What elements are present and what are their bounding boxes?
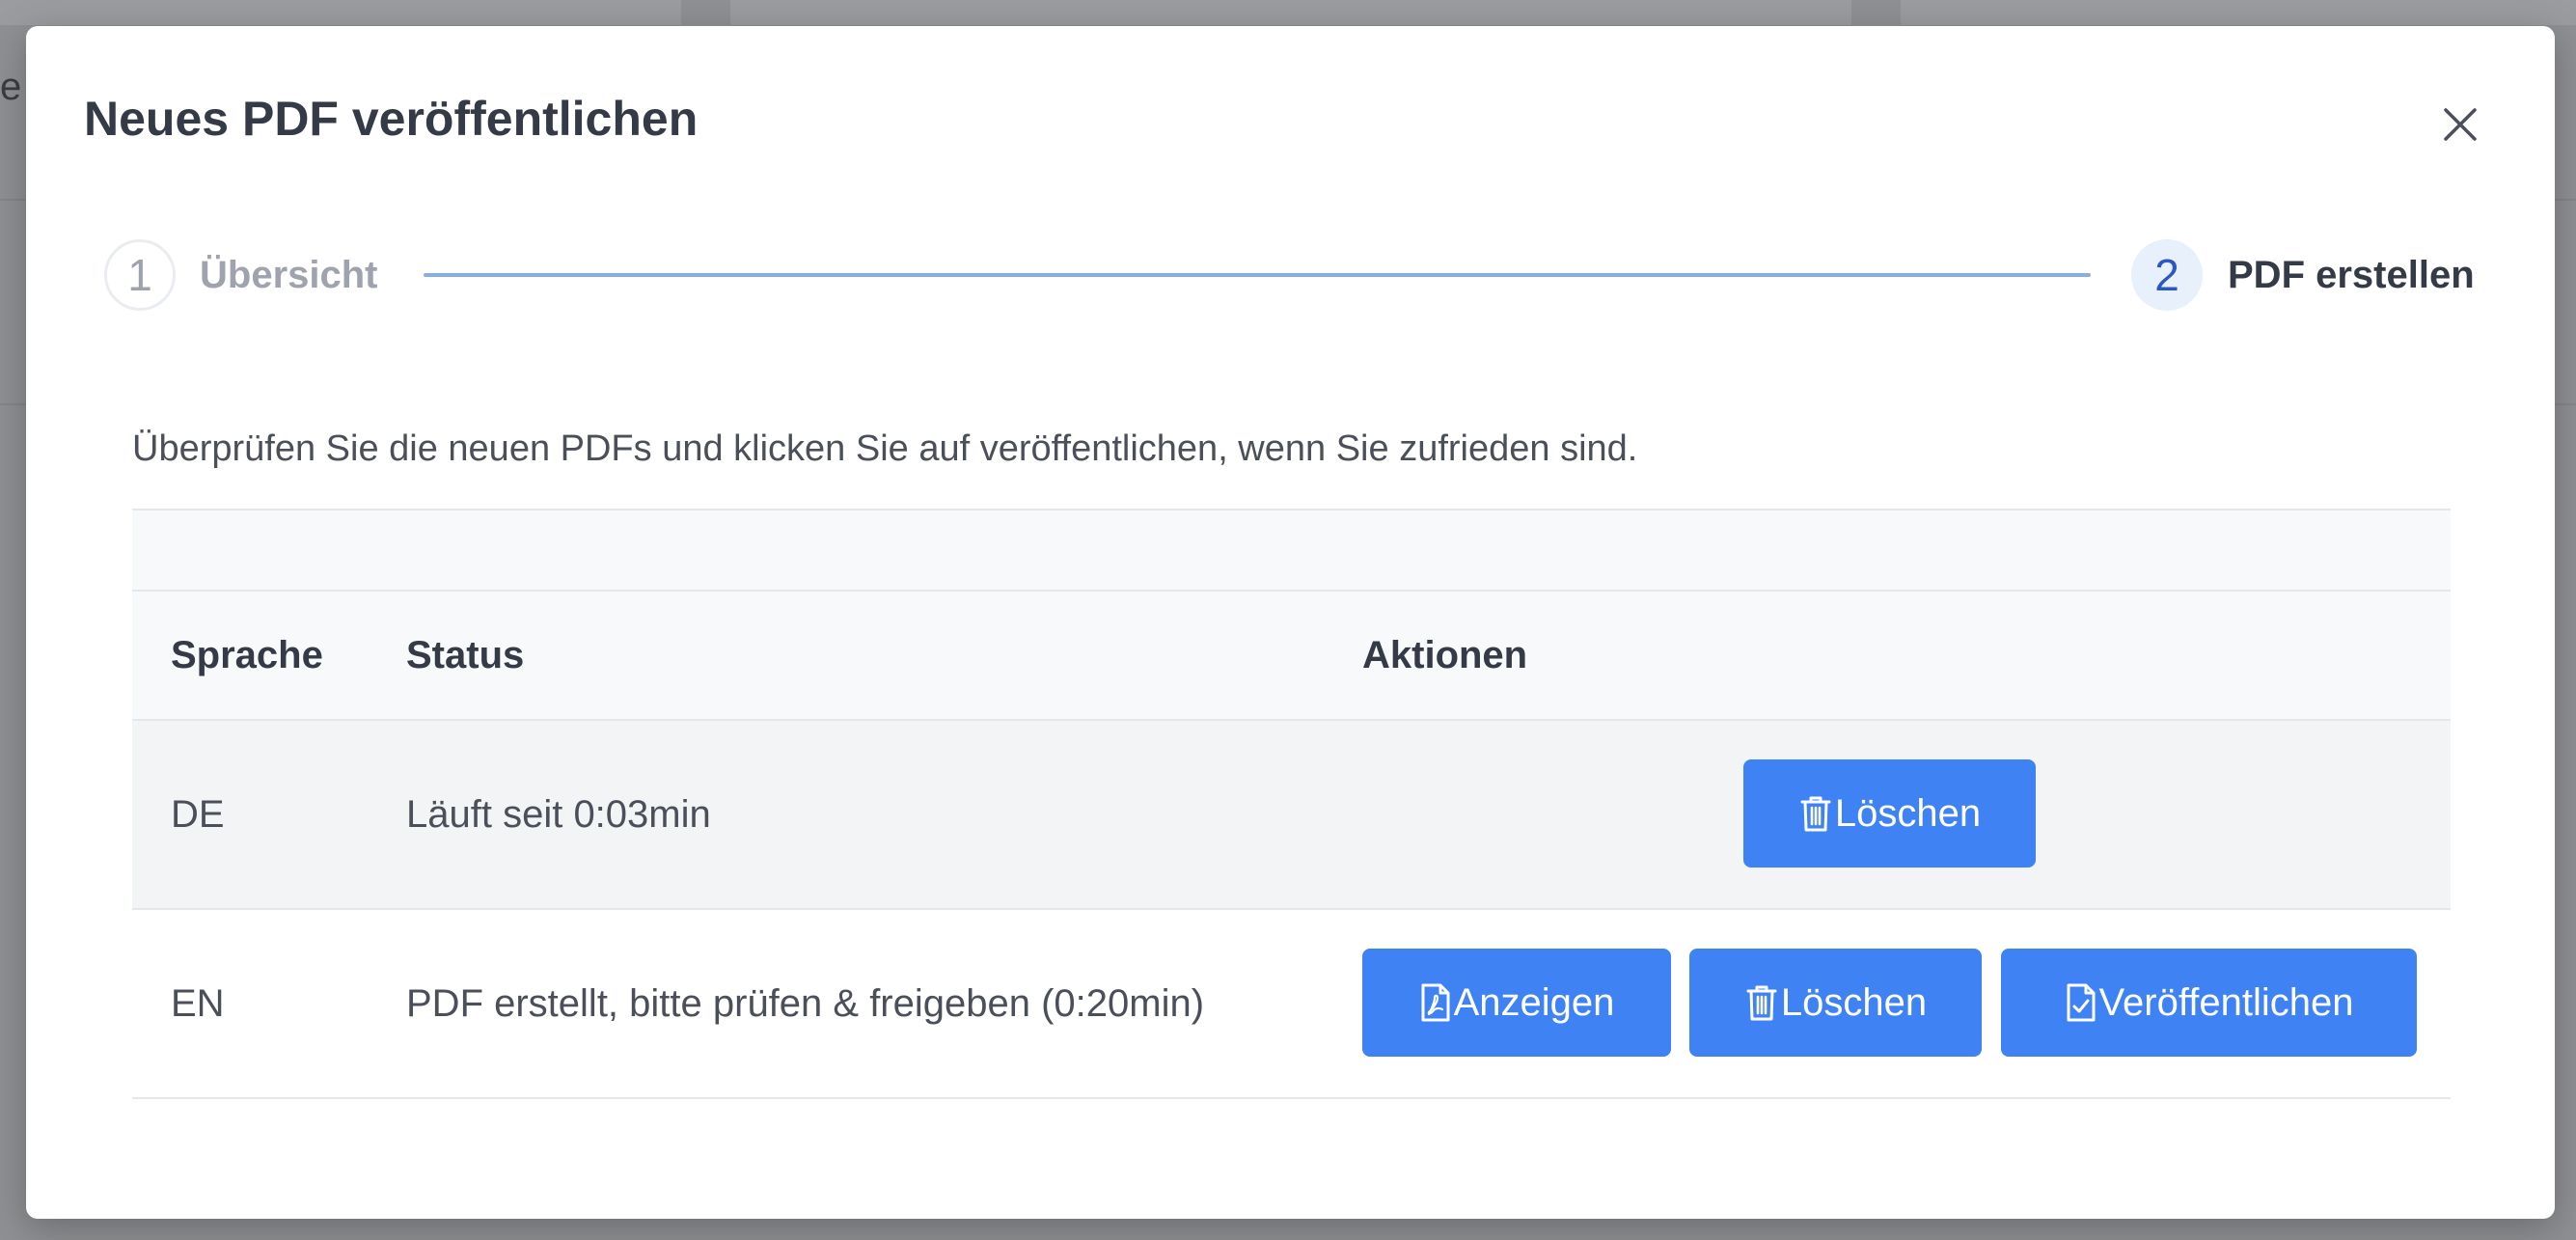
publish-button[interactable]: Veröffentlichen — [2001, 949, 2417, 1057]
step-1-number[interactable]: 1 — [104, 239, 176, 311]
table-header: Sprache Status Aktionen — [132, 592, 2451, 721]
publish-button-label: Veröffentlichen — [2098, 980, 2354, 1024]
row-language: EN — [171, 982, 225, 1025]
header-language: Sprache — [171, 634, 323, 676]
row-language: DE — [171, 793, 225, 836]
step-2-number[interactable]: 2 — [2131, 239, 2203, 311]
header-actions: Aktionen — [1362, 634, 1528, 676]
table-row: DE Läuft seit 0:03min Löschen — [132, 721, 2451, 910]
delete-button-label: Löschen — [1834, 791, 1982, 835]
trash-icon — [1744, 982, 1779, 1023]
delete-button[interactable]: Löschen — [1743, 759, 2036, 868]
background-text: e — [0, 66, 22, 108]
table-toolbar — [132, 509, 2451, 592]
instruction-text: Überprüfen Sie die neuen PDFs und klicke… — [132, 428, 1638, 469]
row-status: PDF erstellt, bitte prüfen & freigeben (… — [406, 982, 1205, 1025]
view-button-label: Anzeigen — [1453, 980, 1615, 1024]
delete-button-label: Löschen — [1780, 980, 1928, 1024]
background-panel — [730, 0, 1851, 25]
background-panel — [1901, 0, 2576, 25]
dialog-title: Neues PDF veröffentlichen — [84, 92, 699, 146]
publish-pdf-dialog: Neues PDF veröffentlichen 1 Übersicht 2 … — [26, 26, 2555, 1219]
background-panel — [0, 0, 681, 25]
table-row: EN PDF erstellt, bitte prüfen & freigebe… — [132, 910, 2451, 1099]
step-2-label[interactable]: PDF erstellen — [2228, 252, 2475, 298]
pdf-file-icon — [1419, 982, 1452, 1023]
delete-button[interactable]: Löschen — [1689, 949, 1982, 1057]
close-icon[interactable] — [2443, 107, 2478, 142]
row-status: Läuft seit 0:03min — [406, 793, 711, 836]
close-button[interactable] — [2431, 96, 2489, 153]
header-status: Status — [406, 634, 525, 676]
view-button[interactable]: Anzeigen — [1362, 949, 1671, 1057]
trash-icon — [1798, 793, 1833, 834]
step-1-label[interactable]: Übersicht — [200, 252, 378, 298]
file-check-icon — [2065, 982, 2097, 1023]
pdf-table: Sprache Status Aktionen DE Läuft seit 0:… — [132, 509, 2451, 1099]
step-connector — [424, 273, 2091, 277]
